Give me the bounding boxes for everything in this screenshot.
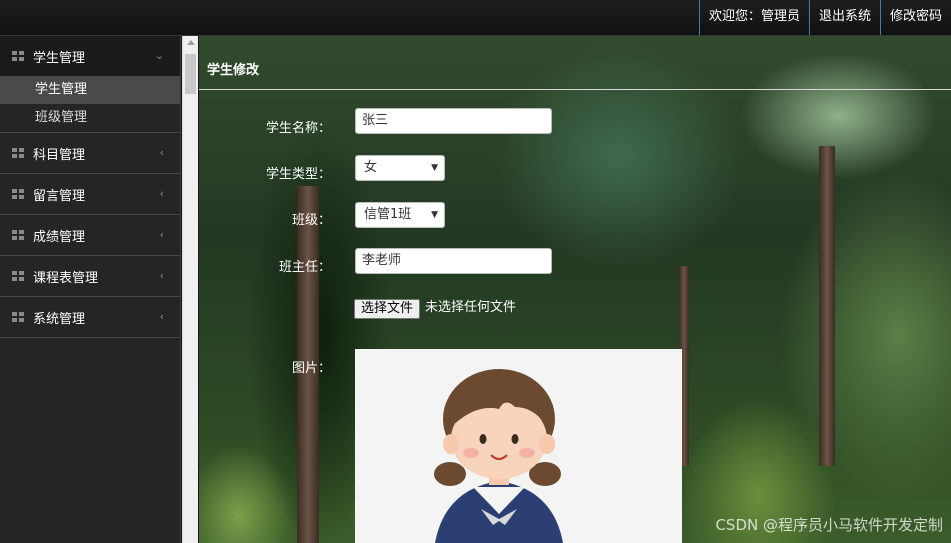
dropdown-arrow-icon: ▼ xyxy=(431,210,438,220)
teacher-label: 班主任： xyxy=(278,260,331,275)
menu-head-timetable[interactable]: 课程表管理 ‹ xyxy=(0,256,180,296)
chevron-left-icon: ‹ xyxy=(159,187,164,200)
top-bar: 欢迎您：管理员 退出系统 修改密码 xyxy=(0,0,951,36)
menu-group-grades: 成绩管理 ‹ xyxy=(0,215,180,256)
menu-group-message: 留言管理 ‹ xyxy=(0,174,180,215)
vertical-scrollbar[interactable] xyxy=(182,36,198,543)
logout-link[interactable]: 退出系统 xyxy=(808,0,880,35)
head-teacher-input[interactable]: 李老师 xyxy=(355,248,552,274)
menu-group-system: 系统管理 ‹ xyxy=(0,297,180,338)
grid-icon xyxy=(12,50,24,62)
scroll-thumb[interactable] xyxy=(185,54,196,94)
student-type-value: 女 xyxy=(364,160,378,175)
sidebar: 学生管理 ⌄ 学生管理 班级管理 科目管理 ‹ 留言管理 ‹ 成绩管理 ‹ 课程… xyxy=(0,36,181,543)
submenu-item-class-manage[interactable]: 班级管理 xyxy=(0,104,180,132)
name-label: 学生名称： xyxy=(265,121,331,136)
dropdown-arrow-icon: ▼ xyxy=(431,163,438,173)
menu-group-student: 学生管理 ⌄ 学生管理 班级管理 xyxy=(0,36,180,133)
menu-label: 成绩管理 xyxy=(33,229,86,245)
student-type-select[interactable]: 女 ▼ xyxy=(355,155,445,181)
choose-file-button[interactable]: 选择文件 xyxy=(354,299,421,319)
menu-label: 科目管理 xyxy=(33,147,86,163)
menu-label: 系统管理 xyxy=(33,311,86,327)
chevron-left-icon: ‹ xyxy=(159,310,164,323)
change-password-link[interactable]: 修改密码 xyxy=(879,0,951,35)
grid-icon xyxy=(12,188,24,200)
menu-label: 学生管理 xyxy=(33,50,86,66)
student-photo xyxy=(355,349,682,543)
image-label: 图片： xyxy=(291,361,331,376)
girl-avatar-illustration xyxy=(434,369,563,543)
chevron-left-icon: ‹ xyxy=(159,228,164,241)
menu-head-student[interactable]: 学生管理 ⌄ xyxy=(0,36,180,76)
main-content: 学生修改 学生名称： 张三 学生类型： 女 ▼ 班级： 信管1班 ▼ 班主任： … xyxy=(199,36,951,543)
menu-group-timetable: 课程表管理 ‹ xyxy=(0,256,180,297)
chevron-left-icon: ‹ xyxy=(159,269,164,282)
title-divider xyxy=(199,89,951,90)
menu-head-system[interactable]: 系统管理 ‹ xyxy=(0,297,180,337)
menu-label: 留言管理 xyxy=(33,188,86,204)
menu-label: 课程表管理 xyxy=(33,270,99,286)
watermark: CSDN @程序员小马软件开发定制 xyxy=(715,516,943,534)
menu-group-subject: 科目管理 ‹ xyxy=(0,133,180,174)
background-tree-trunk xyxy=(819,146,835,466)
chevron-down-icon: ⌄ xyxy=(154,49,164,62)
class-label: 班级： xyxy=(291,213,331,228)
welcome-user-link[interactable]: 欢迎您：管理员 xyxy=(698,0,809,35)
menu-head-grades[interactable]: 成绩管理 ‹ xyxy=(0,215,180,255)
menu-head-message[interactable]: 留言管理 ‹ xyxy=(0,174,180,214)
grid-icon xyxy=(12,270,24,282)
grid-icon xyxy=(12,229,24,241)
menu-head-subject[interactable]: 科目管理 ‹ xyxy=(0,133,180,173)
top-bar-actions: 欢迎您：管理员 退出系统 修改密码 xyxy=(698,0,951,35)
grid-icon xyxy=(12,147,24,159)
grid-icon xyxy=(12,311,24,323)
class-select[interactable]: 信管1班 ▼ xyxy=(355,202,445,228)
type-label: 学生类型： xyxy=(265,167,331,182)
page-title: 学生修改 xyxy=(207,63,260,78)
student-name-input[interactable]: 张三 xyxy=(355,108,552,134)
class-value: 信管1班 xyxy=(364,207,412,222)
chevron-left-icon: ‹ xyxy=(159,146,164,159)
submenu-item-student-manage[interactable]: 学生管理 xyxy=(0,76,180,104)
file-status-text: 未选择任何文件 xyxy=(425,300,517,315)
scroll-up-arrow-icon[interactable] xyxy=(187,40,195,45)
